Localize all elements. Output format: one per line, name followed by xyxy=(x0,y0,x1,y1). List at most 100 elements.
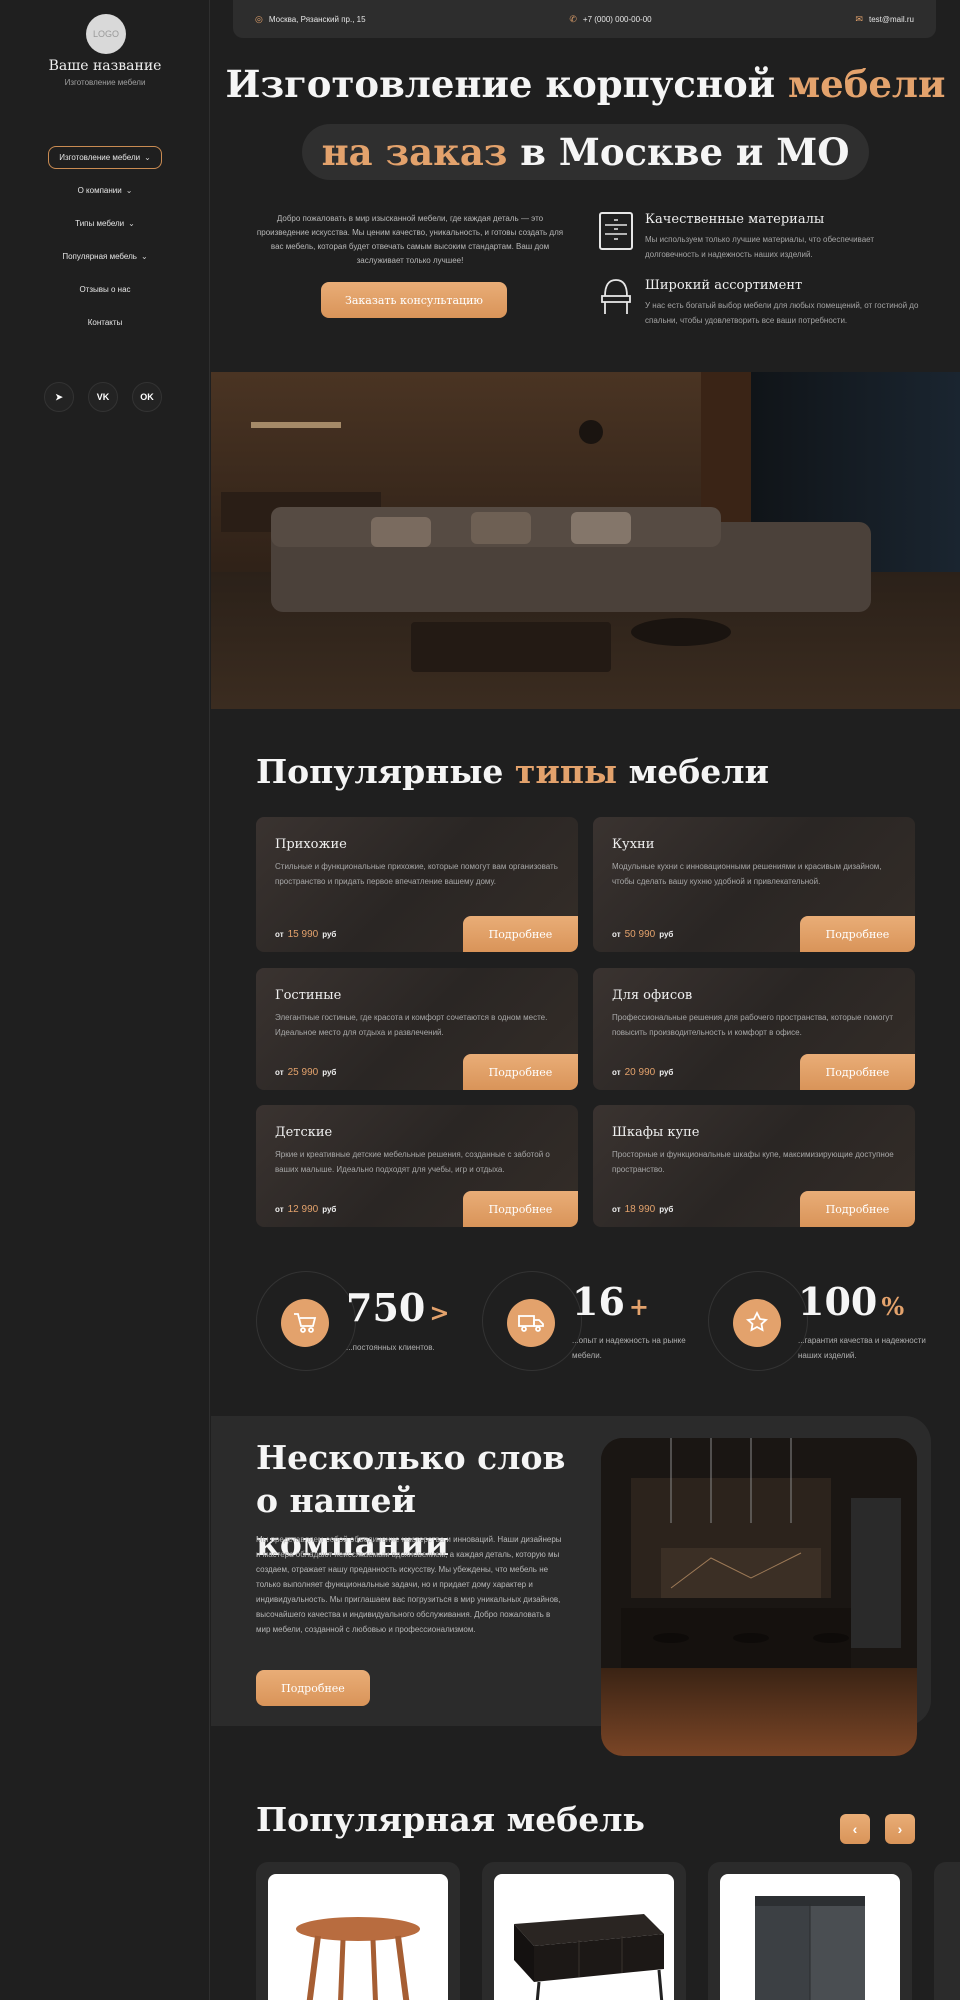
mail-icon: ✉ xyxy=(855,13,863,24)
product-card-cabinet[interactable] xyxy=(708,1862,912,2000)
product-image-cabinet xyxy=(720,1874,900,2000)
feature-text: У нас есть богатый выбор мебели для любы… xyxy=(645,301,919,325)
truck-icon xyxy=(507,1299,555,1347)
type-card-kitchens[interactable]: Кухни Модульные кухни с инновационными р… xyxy=(593,817,915,952)
nav-label: Контакты xyxy=(87,318,123,327)
card-text: Яркие и креативные детские мебельные реш… xyxy=(275,1150,550,1174)
product-card-table[interactable] xyxy=(256,1862,460,2000)
chevron-down-icon: ⌄ xyxy=(128,219,135,228)
brand-subtitle: Изготовление мебели xyxy=(64,78,146,87)
type-card-offices[interactable]: Для офисов Профессиональные решения для … xyxy=(593,968,915,1090)
vanity-icon xyxy=(599,278,633,316)
card-price: от 12 990 руб xyxy=(275,1204,337,1215)
consultation-button[interactable]: Заказать консультацию xyxy=(321,282,507,318)
dresser-icon xyxy=(599,212,633,250)
card-title: Шкафы купе xyxy=(612,1125,700,1140)
card-text: Элегантные гостиные, где красота и комфо… xyxy=(275,1013,548,1037)
product-image-tv-stand xyxy=(494,1874,674,2000)
odnoklassniki-icon[interactable]: OK xyxy=(132,382,162,412)
type-card-kids[interactable]: Детские Яркие и креативные детские мебел… xyxy=(256,1105,578,1227)
card-price: от 25 990 руб xyxy=(275,1067,337,1078)
details-button[interactable]: Подробнее xyxy=(463,1191,578,1227)
card-title: Гостиные xyxy=(275,988,342,1003)
email-text: test@mail.ru xyxy=(868,14,914,24)
phone-text: +7 (000) 000-00-00 xyxy=(582,14,652,24)
nav-item-reviews[interactable]: Отзывы о нас xyxy=(0,273,210,306)
feature-text: Мы используем только лучшие материалы, ч… xyxy=(645,235,874,259)
type-card-wardrobes[interactable]: Шкафы купе Просторные и функциональные ш… xyxy=(593,1105,915,1227)
telegram-icon[interactable]: ➤ xyxy=(44,382,74,412)
nav-label: Изготовление мебели xyxy=(59,153,141,162)
nav-label: Типы мебели xyxy=(75,219,125,228)
nav-label: Отзывы о нас xyxy=(79,285,131,294)
product-image-table xyxy=(268,1874,448,2000)
nav-item-contacts[interactable]: Контакты xyxy=(0,306,210,339)
nav-item-popular[interactable]: Популярная мебель ⌄ xyxy=(0,240,210,273)
email[interactable]: ✉ test@mail.ru xyxy=(855,14,914,25)
location-icon: ◎ xyxy=(255,13,263,24)
nav-item-types[interactable]: Типы мебели ⌄ xyxy=(0,207,210,240)
popular-section-title: Популярная мебель xyxy=(256,1800,645,1839)
main-nav: Изготовление мебели ⌄ О компании ⌄ Типы ме… xyxy=(0,141,210,339)
card-price: от 20 990 руб xyxy=(612,1067,674,1078)
feature-title: Широкий ассортимент xyxy=(645,278,803,293)
nav-label: Популярная мебель xyxy=(62,252,137,261)
stat-quality: 100% ...гарантия качества и надежности н… xyxy=(708,1271,928,1371)
chevron-down-icon: ⌄ xyxy=(140,252,148,261)
phone-icon: ✆ xyxy=(569,13,577,24)
type-card-hallways[interactable]: Прихожие Стильные и функциональные прихо… xyxy=(256,817,578,952)
carousel-prev-button[interactable]: ‹ xyxy=(840,1814,870,1844)
about-text: Мы представляем собой объединение мастер… xyxy=(256,1535,562,1634)
address-text: Москва, Рязанский пр., 15 xyxy=(268,14,366,24)
card-text: Профессиональные решения для рабочего пр… xyxy=(612,1013,894,1037)
sidebar: LOGO Ваше название Изготовление мебели И… xyxy=(0,0,210,2000)
address[interactable]: ◎ Москва, Рязанский пр., 15 xyxy=(255,14,366,25)
cart-icon xyxy=(281,1299,329,1347)
nav-label: О компании xyxy=(77,186,122,195)
chevron-down-icon: ⌄ xyxy=(125,186,133,195)
stat-clients: 750 > ...постоянных клиентов. xyxy=(256,1271,476,1371)
details-button[interactable]: Подробнее xyxy=(800,1054,915,1090)
social-links: ➤ VK OK xyxy=(44,382,162,412)
card-price: от 50 990 руб xyxy=(612,929,674,940)
stat-label: ...гарантия качества и надежности наших … xyxy=(798,1336,926,1360)
card-title: Детские xyxy=(275,1125,333,1140)
stat-number: 100% xyxy=(798,1279,905,1324)
hero-title-line1: Изготовление корпусной мебели xyxy=(225,62,946,106)
card-title: Для офисов xyxy=(612,988,693,1003)
about-details-button[interactable]: Подробнее xyxy=(256,1670,370,1706)
card-text: Модульные кухни с инновационными решения… xyxy=(612,862,882,886)
feature-title: Качественные материалы xyxy=(645,212,825,227)
contact-bar: ◎ Москва, Рязанский пр., 15 ✆ +7 (000) 000… xyxy=(233,0,936,38)
brand-name: Ваше название xyxy=(48,58,162,74)
card-price: от 18 990 руб xyxy=(612,1204,674,1215)
nav-item-furniture-making[interactable]: Изготовление мебели ⌄ xyxy=(0,141,210,174)
stat-experience: 16 + ...опыт и надежность на рынке мебели… xyxy=(482,1271,702,1371)
phone[interactable]: ✆ +7 (000) 000-00-00 xyxy=(569,14,651,25)
product-card-tv-stand[interactable] xyxy=(482,1862,686,2000)
stat-label: ...постоянных клиентов. xyxy=(346,1343,435,1352)
details-button[interactable]: Подробнее xyxy=(463,916,578,952)
product-card-partial[interactable] xyxy=(934,1862,960,2000)
quality-icon xyxy=(733,1299,781,1347)
hero-image-living-room xyxy=(211,372,960,709)
about-image-kitchen xyxy=(601,1438,917,1756)
hero-description: Добро пожаловать в мир изысканной мебели… xyxy=(256,214,564,265)
main-content: ◎ Москва, Рязанский пр., 15 ✆ +7 (000) 000… xyxy=(211,0,960,2000)
chevron-down-icon: ⌄ xyxy=(144,153,151,162)
logo[interactable]: LOGO xyxy=(86,14,126,54)
card-title: Кухни xyxy=(612,837,655,852)
nav-item-about[interactable]: О компании ⌄ xyxy=(0,174,210,207)
details-button[interactable]: Подробнее xyxy=(800,1191,915,1227)
hero-title-line2: на заказ в Москве и МО xyxy=(211,124,960,180)
carousel-next-button[interactable]: › xyxy=(885,1814,915,1844)
details-button[interactable]: Подробнее xyxy=(463,1054,578,1090)
details-button[interactable]: Подробнее xyxy=(800,916,915,952)
card-text: Стильные и функциональные прихожие, кото… xyxy=(275,862,558,886)
card-title: Прихожие xyxy=(275,837,347,852)
card-text: Просторные и функциональные шкафы купе, … xyxy=(612,1150,894,1174)
vk-icon[interactable]: VK xyxy=(88,382,118,412)
type-card-living-rooms[interactable]: Гостиные Элегантные гостиные, где красот… xyxy=(256,968,578,1090)
card-price: от 15 990 руб xyxy=(275,929,337,940)
types-section-title: Популярные типы мебели xyxy=(256,752,769,791)
